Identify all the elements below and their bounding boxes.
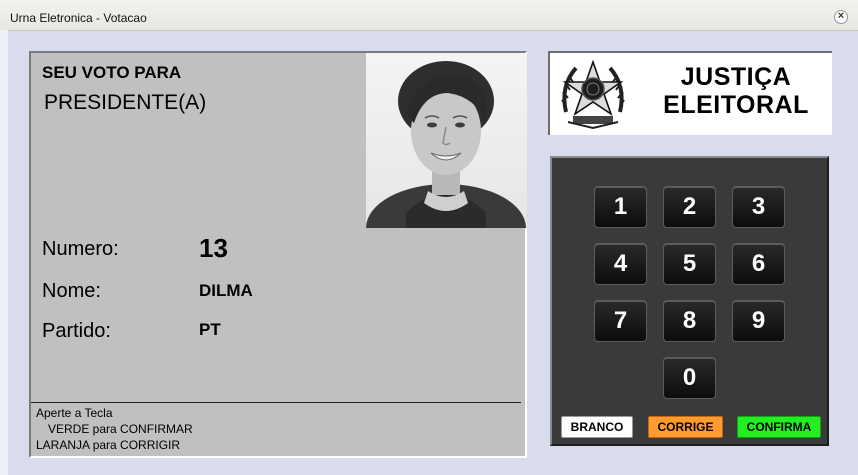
instruction-line: Aperte a Tecla (36, 406, 113, 420)
key-7[interactable]: 7 (594, 300, 647, 342)
number-label: Numero: (42, 238, 119, 260)
branco-button[interactable]: BRANCO (561, 416, 633, 438)
party-label: Partido: (42, 320, 111, 342)
window-titlebar: Urna Eletronica - Votacao × (0, 0, 858, 31)
logo-text: JUSTIÇA ELEITORAL (648, 63, 824, 119)
ballot-screen: SEU VOTO PARA PRESIDENTE(A) Numero: 13 N… (29, 51, 527, 458)
name-label: Nome: (42, 280, 101, 302)
key-6[interactable]: 6 (732, 243, 785, 285)
confirma-button[interactable]: CONFIRMA (737, 416, 821, 438)
key-5[interactable]: 5 (663, 243, 716, 285)
electoral-justice-logo: JUSTIÇA ELEITORAL (548, 51, 832, 135)
screen-divider (31, 402, 521, 403)
key-0[interactable]: 0 (663, 357, 716, 399)
key-8[interactable]: 8 (663, 300, 716, 342)
instruction-line: LARANJA para CORRIGIR (36, 438, 181, 452)
ballot-header: SEU VOTO PARA (42, 63, 182, 82)
number-value: 13 (199, 233, 228, 263)
instruction-line: VERDE para CONFIRMAR (48, 422, 193, 436)
candidate-photo (366, 53, 527, 228)
key-2[interactable]: 2 (663, 186, 716, 228)
coat-of-arms-icon (556, 56, 630, 130)
key-3[interactable]: 3 (732, 186, 785, 228)
keypad: 1 2 3 4 5 6 7 8 9 0 BRANCO CORRIGE CONFI… (550, 156, 829, 446)
key-4[interactable]: 4 (594, 243, 647, 285)
name-value: DILMA (199, 281, 253, 300)
close-button[interactable]: × (834, 10, 848, 24)
window-edge (0, 30, 8, 475)
party-value: PT (199, 320, 221, 339)
logo-line-2: ELEITORAL (663, 91, 809, 119)
ballot-office: PRESIDENTE(A) (44, 91, 207, 114)
key-9[interactable]: 9 (732, 300, 785, 342)
window-title: Urna Eletronica - Votacao (10, 11, 147, 25)
corrige-button[interactable]: CORRIGE (648, 416, 723, 438)
key-1[interactable]: 1 (594, 186, 647, 228)
logo-line-1: JUSTIÇA (680, 63, 792, 91)
